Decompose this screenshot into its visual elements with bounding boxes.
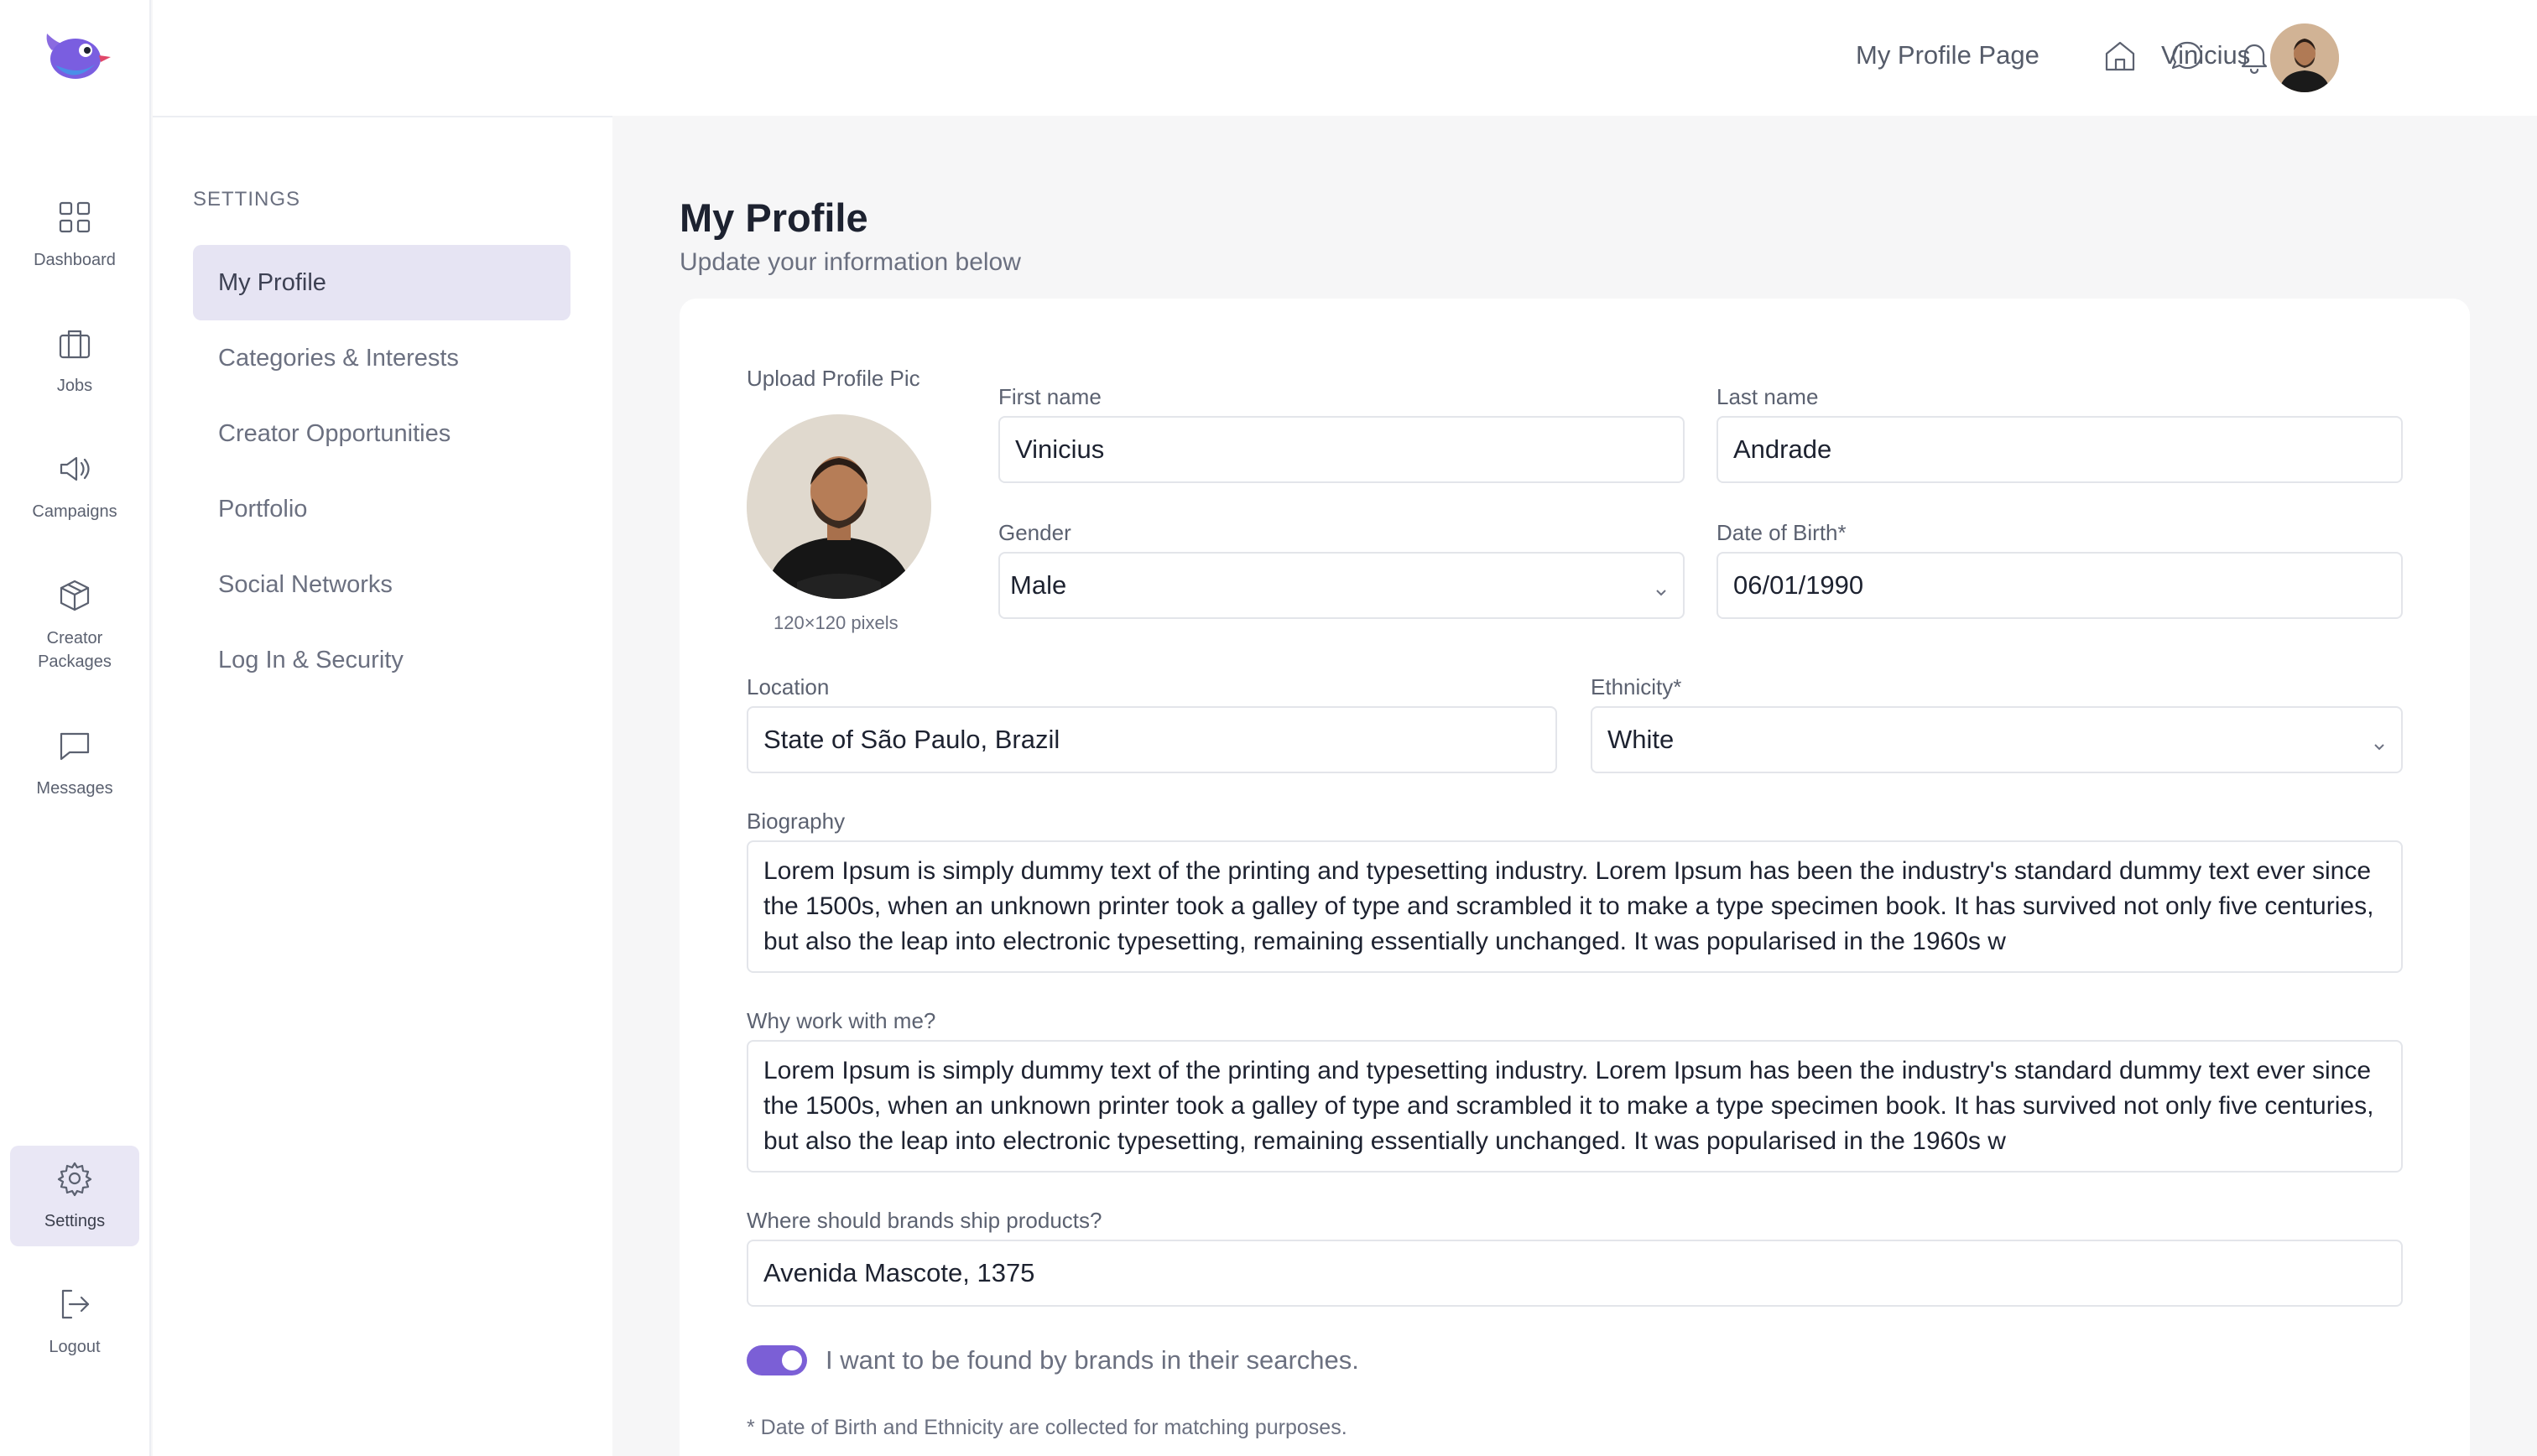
chevron-down-icon: [2371, 731, 2388, 751]
ethnicity-label: Ethnicity*: [1591, 674, 1682, 699]
rail-settings[interactable]: Settings: [10, 1146, 139, 1246]
icon-rail: Dashboard Jobs Campaigns Creator Package…: [0, 0, 151, 1456]
last-name-label: Last name: [1717, 384, 1819, 409]
rail-label: Creator Packages: [38, 628, 112, 671]
rail-dashboard[interactable]: Dashboard: [10, 185, 139, 285]
gender-value: Male: [1010, 570, 1067, 600]
why-work-label: Why work with me?: [747, 1008, 936, 1033]
biography-textarea[interactable]: Lorem Ipsum is simply dummy text of the …: [747, 840, 2403, 973]
first-name-field[interactable]: Vinicius: [998, 416, 1685, 483]
rail-label: Settings: [44, 1211, 106, 1230]
biography-label: Biography: [747, 809, 846, 834]
location-field[interactable]: State of São Paulo, Brazil: [747, 706, 1557, 773]
rail-campaigns[interactable]: Campaigns: [10, 436, 139, 537]
rail-logout[interactable]: Logout: [10, 1271, 139, 1372]
bird-logo-icon[interactable]: [40, 25, 111, 87]
page-title: My Profile: [680, 195, 868, 240]
package-icon: [56, 577, 93, 618]
footnote: * Date of Birth and Ethnicity are collec…: [747, 1416, 1347, 1439]
date-of-birth-field[interactable]: 06/01/1990: [1717, 552, 2403, 619]
home-icon[interactable]: [2101, 37, 2139, 75]
shipping-address-label: Where should brands ship products?: [747, 1208, 1102, 1233]
page-subtitle: Update your information below: [680, 248, 1021, 276]
settings-panel: SETTINGS My Profile Categories & Interes…: [153, 0, 612, 1456]
user-name: Vinicius: [2161, 40, 2251, 70]
avatar[interactable]: [2270, 23, 2339, 92]
panel-title: SETTINGS: [193, 188, 301, 211]
top-bar: My Profile Page Vinicius: [612, 0, 2537, 116]
rail-label: Logout: [49, 1337, 101, 1356]
dob-label: Date of Birth*: [1717, 520, 1847, 545]
rail-label: Messages: [36, 778, 113, 798]
gender-select[interactable]: Male: [998, 552, 1685, 619]
rail-label: Dashboard: [34, 250, 116, 269]
chevron-down-icon: [1653, 577, 1670, 596]
settings-item-creator-opportunities[interactable]: Creator Opportunities: [193, 396, 570, 471]
location-label: Location: [747, 674, 830, 699]
settings-item-portfolio[interactable]: Portfolio: [193, 471, 570, 547]
settings-item-my-profile[interactable]: My Profile: [193, 245, 570, 320]
settings-item-categories[interactable]: Categories & Interests: [193, 320, 570, 396]
gear-icon: [56, 1160, 93, 1201]
rail-messages[interactable]: Messages: [10, 713, 139, 814]
briefcase-icon: [56, 325, 93, 366]
rail-creator-packages[interactable]: Creator Packages: [10, 570, 139, 679]
ethnicity-select[interactable]: White: [1591, 706, 2403, 773]
first-name-label: First name: [998, 384, 1102, 409]
profile-picture-upload[interactable]: [747, 414, 931, 599]
why-work-textarea[interactable]: Lorem Ipsum is simply dummy text of the …: [747, 1040, 2403, 1173]
shipping-address-field[interactable]: Avenida Mascote, 1375: [747, 1240, 2403, 1307]
rail-label: Jobs: [56, 376, 93, 395]
grid-icon: [56, 199, 93, 240]
megaphone-icon: [56, 450, 93, 491]
settings-item-social-networks[interactable]: Social Networks: [193, 547, 570, 622]
ethnicity-value: White: [1607, 725, 1675, 754]
my-profile-page-link[interactable]: My Profile Page: [1856, 40, 2039, 70]
discoverable-toggle[interactable]: [747, 1345, 807, 1375]
logout-icon: [56, 1286, 93, 1327]
upload-size-note: 120×120 pixels: [774, 612, 899, 633]
message-icon: [56, 727, 93, 768]
discoverable-toggle-label: I want to be found by brands in their se…: [826, 1345, 1359, 1375]
last-name-field[interactable]: Andrade: [1717, 416, 2403, 483]
upload-profile-pic-label: Upload Profile Pic: [747, 366, 920, 391]
panel-divider: [153, 116, 612, 117]
gender-label: Gender: [998, 520, 1071, 545]
rail-jobs[interactable]: Jobs: [10, 310, 139, 411]
rail-label: Campaigns: [32, 502, 117, 521]
settings-item-login-security[interactable]: Log In & Security: [193, 622, 570, 698]
